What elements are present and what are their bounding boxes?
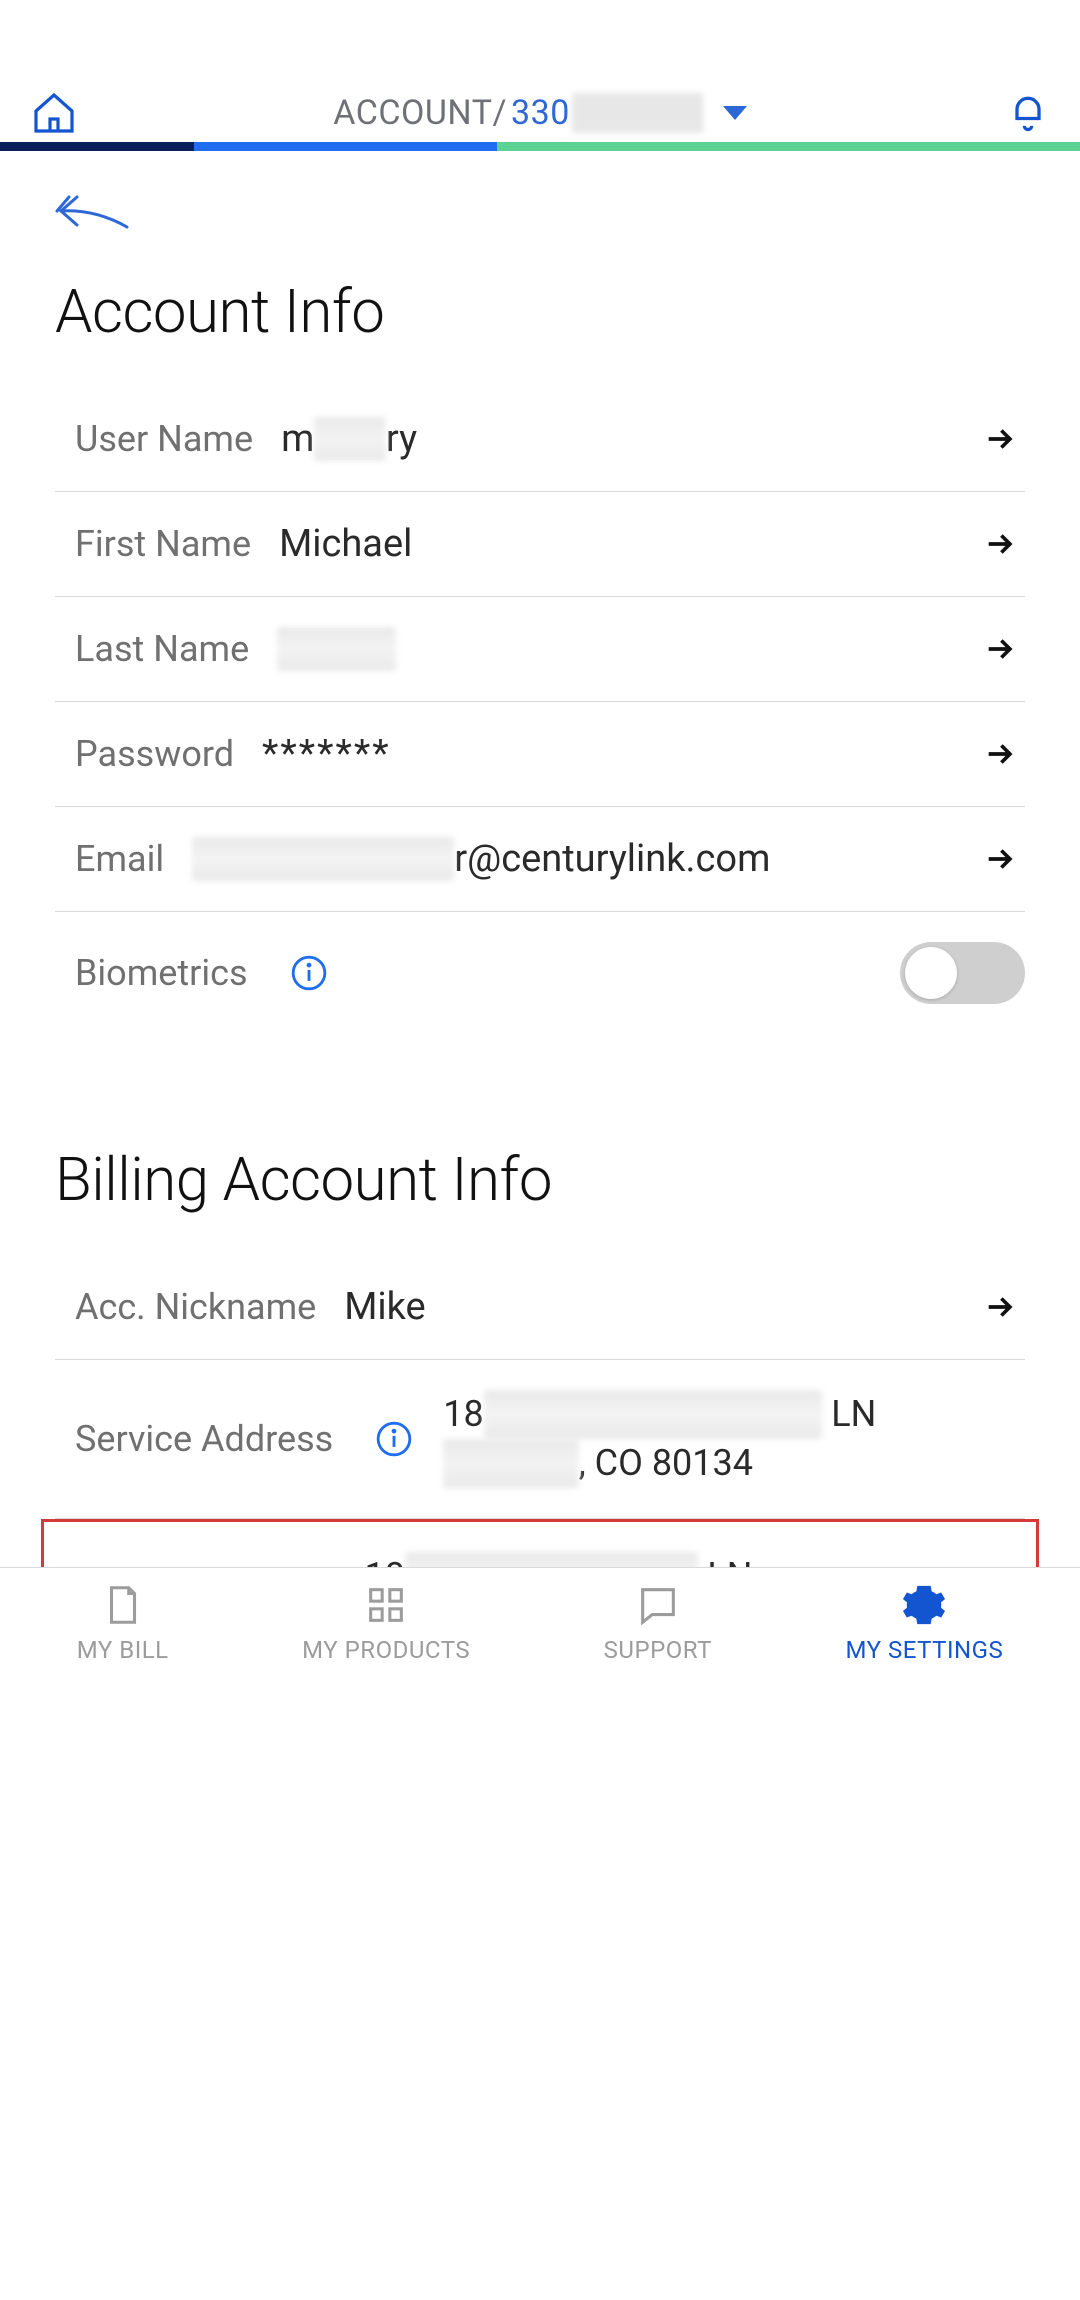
value-username: m XXX ry [281,417,975,461]
value-service-address: 18XXXXXXXXXXXXXXX LN XXXXXX, CO 80134 [443,1390,975,1487]
svc-addr-l2-post: , CO 80134 [579,1442,753,1484]
section-title-account-info: Account Info [55,276,1025,347]
bill-icon [100,1582,146,1628]
row-service-address: Service Address 18XXXXXXXXXXXXXXX LN XXX… [55,1360,1025,1518]
chevron-right-icon [975,737,1025,771]
app-header: ACCOUNT/ 330 XXXXXX [0,85,1080,142]
email-masked: XXXXXXXXXXX [192,837,454,881]
row-last-name[interactable]: Last Name XXXXX [55,597,1025,702]
chevron-right-icon [975,422,1025,456]
notifications-button[interactable] [990,91,1050,135]
nav-label: MY PRODUCTS [302,1636,470,1664]
nav-my-bill[interactable]: MY BILL [77,1582,169,1664]
section-title-billing-info: Billing Account Info [55,1144,1025,1215]
status-bar-spacer [0,0,1080,85]
home-icon [30,89,78,137]
main-content: Account Info User Name m XXX ry First Na… [0,151,1080,1567]
chevron-right-icon [975,1290,1025,1324]
account-number-hidden: XXXXXX [572,93,703,133]
svc-addr-l1-mask: XXXXXXXXXXXXXXX [484,1390,823,1439]
service-address-info-button[interactable] [375,1420,413,1458]
label-biometrics: Biometrics [75,952,248,994]
row-password[interactable]: Password ******* [55,702,1025,807]
products-icon [363,1582,409,1628]
account-number-visible: 330 [511,93,570,133]
label-service-address: Service Address [75,1418,333,1460]
value-password: ******* [262,732,975,776]
account-selector[interactable]: ACCOUNT/ 330 XXXXXX [0,93,1080,133]
account-prefix: ACCOUNT/ [333,93,507,133]
label-username: User Name [75,418,253,460]
bottom-spacer [0,1677,1080,2300]
settings-icon [901,1582,947,1628]
nav-label: SUPPORT [604,1636,712,1664]
row-mailing-address[interactable]: Mailing Address 18XXXXXXXXXXXXX LN XXXXX… [58,1522,1022,1568]
label-first-name: First Name [75,523,251,565]
highlighted-rows: Mailing Address 18XXXXXXXXXXXXX LN XXXXX… [41,1519,1039,1568]
last-name-masked: XXXXX [277,627,396,671]
info-icon [290,954,328,992]
nav-my-products[interactable]: MY PRODUCTS [302,1582,470,1664]
svc-addr-l1-post: LN [822,1393,876,1435]
value-first-name: Michael [279,522,975,566]
username-pre: m [281,417,314,461]
back-arrow-icon [55,191,133,235]
label-email: Email [75,838,164,880]
nav-label: MY BILL [77,1636,169,1664]
header-accent-bar [0,142,1080,152]
value-last-name: XXXXX [277,627,975,671]
label-nickname: Acc. Nickname [75,1286,316,1328]
value-email: XXXXXXXXXXX r@centurylink.com [192,837,975,881]
label-password: Password [75,733,234,775]
svc-addr-l2-mask: XXXXXX [443,1439,578,1488]
chevron-right-icon [975,527,1025,561]
bell-icon [1006,91,1050,135]
row-biometrics: Biometrics [55,912,1025,1034]
chevron-right-icon [975,632,1025,666]
info-icon [375,1420,413,1458]
back-button[interactable] [55,191,1025,251]
row-email[interactable]: Email XXXXXXXXXXX r@centurylink.com [55,807,1025,912]
row-first-name[interactable]: First Name Michael [55,492,1025,597]
mail-addr-l1-pre: 18 [365,1555,405,1568]
nav-label: MY SETTINGS [846,1636,1004,1664]
svc-addr-l1-pre: 18 [443,1393,483,1435]
bottom-nav: MY BILL MY PRODUCTS SUPPORT MY SETTINGS [0,1567,1080,1676]
row-username[interactable]: User Name m XXX ry [55,387,1025,492]
row-nickname[interactable]: Acc. Nickname Mike [55,1255,1025,1360]
username-masked: XXX [314,417,385,461]
username-post: ry [386,417,417,461]
email-post: r@centurylink.com [454,837,770,881]
value-nickname: Mike [344,1285,975,1329]
nav-my-settings[interactable]: MY SETTINGS [846,1582,1004,1664]
home-button[interactable] [30,89,90,137]
chevron-down-icon [723,106,747,120]
chevron-right-icon [975,842,1025,876]
label-last-name: Last Name [75,628,249,670]
biometrics-info-button[interactable] [290,954,328,992]
support-icon [635,1582,681,1628]
biometrics-toggle[interactable] [900,942,1025,1004]
toggle-knob [905,947,957,999]
value-mailing-address: 18XXXXXXXXXXXXX LN XXXXXX, CO 80134 [365,1552,972,1568]
mail-addr-l1-post: LN [698,1555,752,1568]
mail-addr-l1-mask: XXXXXXXXXXXXX [405,1552,698,1568]
nav-support[interactable]: SUPPORT [604,1582,712,1664]
